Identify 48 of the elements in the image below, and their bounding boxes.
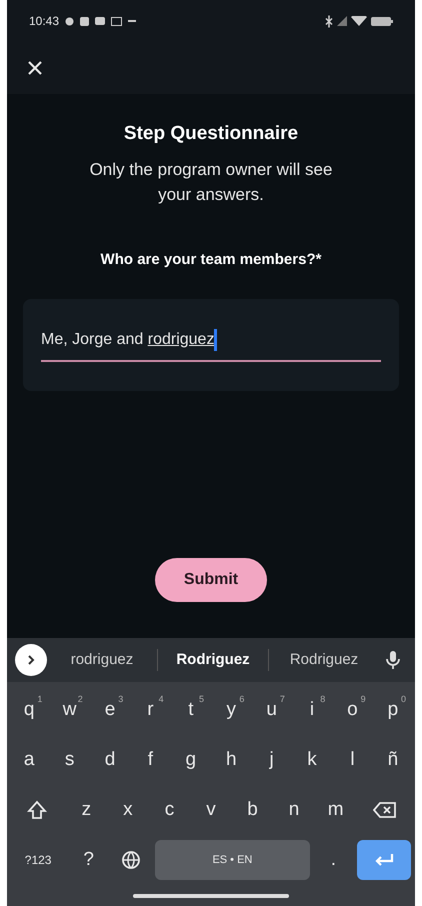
- chevron-right-icon: [26, 654, 36, 666]
- keyboard-key[interactable]: g: [172, 740, 210, 780]
- question-label: Who are your team members?*: [100, 250, 322, 270]
- enter-key[interactable]: [356, 840, 412, 880]
- suggestion[interactable]: Rodriguez: [158, 648, 268, 672]
- keyboard-key[interactable]: ?: [69, 840, 108, 880]
- keyboard-key[interactable]: k: [294, 740, 330, 780]
- calendar-icon: [111, 16, 122, 26]
- expand-toolbar-button[interactable]: [15, 644, 47, 676]
- shift-icon: [27, 800, 48, 820]
- status-time: 10:43: [29, 13, 60, 30]
- keyboard-key[interactable]: m: [316, 790, 354, 830]
- enter-icon: [372, 852, 395, 868]
- keyboard-key[interactable]: a: [11, 740, 48, 780]
- keyboard-key[interactable]: s: [51, 740, 88, 780]
- signal-icon: [337, 16, 347, 26]
- keyboard-key[interactable]: z: [68, 790, 106, 830]
- bluetooth-icon: [325, 14, 333, 28]
- keyboard-key[interactable]: b: [234, 790, 272, 830]
- globe-icon: [121, 850, 142, 870]
- page-subtitle: Only the program owner will see your answers.: [88, 158, 334, 206]
- answer-field[interactable]: Me, Jorge and rodriguez: [41, 328, 381, 362]
- keyboard-key[interactable]: n: [275, 790, 313, 830]
- message-icon: [95, 17, 106, 25]
- suggestion[interactable]: rodriguez: [47, 648, 157, 672]
- keyboard-key[interactable]: f: [132, 740, 169, 780]
- microphone-icon: [386, 650, 400, 670]
- page-title: Step Questionnaire: [124, 122, 298, 146]
- suggestion[interactable]: Rodriguez: [269, 648, 379, 672]
- keyboard-key[interactable]: r 4: [132, 690, 169, 730]
- keyboard-key[interactable]: d: [92, 740, 128, 780]
- keyboard-key[interactable]: l: [334, 740, 371, 780]
- wifi-icon: [351, 16, 367, 26]
- space-key[interactable]: ES • EN: [154, 840, 310, 880]
- keyboard-key[interactable]: v: [192, 790, 230, 830]
- keyboard-key[interactable]: x: [109, 790, 147, 830]
- keyboard-key[interactable]: ñ: [374, 740, 412, 780]
- submit-button[interactable]: Submit: [155, 558, 267, 602]
- keyboard-key[interactable]: c: [150, 790, 188, 830]
- keyboard-key[interactable]: h: [213, 740, 250, 780]
- keyboard-key[interactable]: t 5: [172, 690, 210, 730]
- keyboard-key[interactable]: .: [314, 840, 353, 880]
- keyboard-key[interactable]: ?123: [11, 840, 66, 880]
- close-icon: [27, 60, 43, 76]
- keyboard-key[interactable]: i 8: [294, 690, 330, 730]
- keyboard-key[interactable]: j: [253, 740, 290, 780]
- backspace-icon: [372, 801, 397, 819]
- battery-icon: [371, 16, 393, 26]
